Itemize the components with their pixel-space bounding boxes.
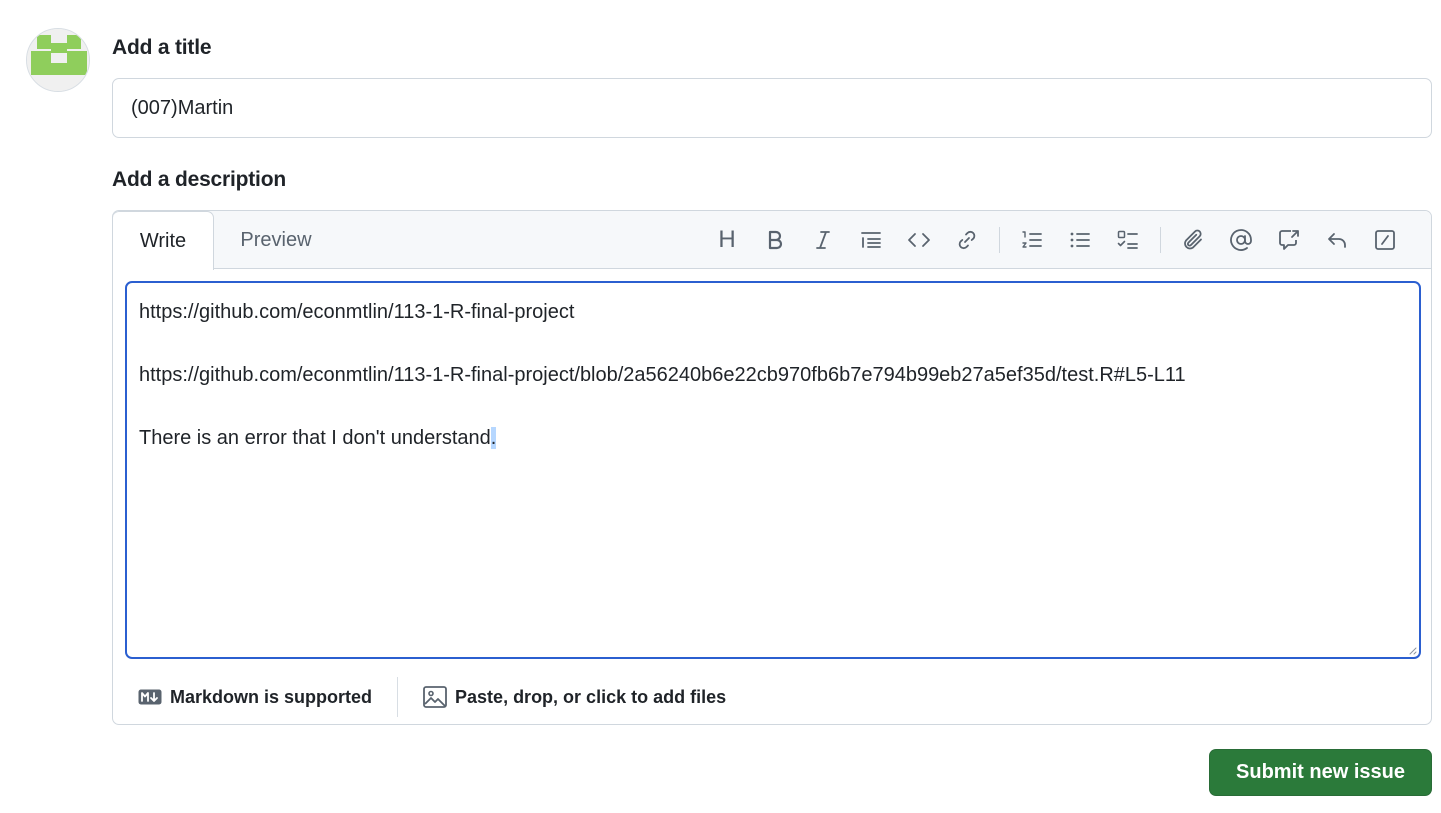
- title-input[interactable]: [112, 78, 1432, 138]
- tab-preview[interactable]: Preview: [225, 211, 327, 269]
- cross-reference-icon: [1279, 230, 1299, 250]
- unordered-list-icon: [1070, 232, 1090, 248]
- cross-reference-button[interactable]: [1265, 220, 1313, 260]
- unordered-list-button[interactable]: [1056, 220, 1104, 260]
- mention-button[interactable]: [1217, 220, 1265, 260]
- italic-button[interactable]: [799, 220, 847, 260]
- numbered-list-button[interactable]: [1008, 220, 1056, 260]
- attach-icon: [1184, 229, 1202, 250]
- markdown-help-link[interactable]: Markdown is supported: [113, 677, 397, 717]
- text-segment: There is an error that I don't understan…: [139, 427, 491, 449]
- description-textarea[interactable]: https://github.com/econmtlin/113-1-R-fin…: [125, 281, 1421, 659]
- attach-button[interactable]: [1169, 220, 1217, 260]
- submit-new-issue-button[interactable]: Submit new issue: [1209, 749, 1432, 796]
- bold-icon: [768, 230, 783, 250]
- avatar[interactable]: [26, 28, 90, 92]
- editor-header: Write Preview H: [113, 211, 1431, 270]
- markdown-toolbar: H: [703, 211, 1409, 269]
- slash-commands-icon: [1375, 230, 1395, 250]
- quote-button[interactable]: [847, 220, 895, 260]
- toolbar-divider: [999, 227, 1000, 253]
- reply-icon: [1328, 233, 1346, 248]
- description-label: Add a description: [112, 168, 286, 191]
- editor-footer: Markdown is supported Paste, drop, or cl…: [113, 669, 1431, 724]
- heading-button[interactable]: H: [703, 220, 751, 260]
- mention-icon: [1230, 229, 1252, 251]
- add-files-button[interactable]: Paste, drop, or click to add files: [398, 677, 726, 717]
- quote-icon: [861, 232, 881, 248]
- reply-button[interactable]: [1313, 220, 1361, 260]
- link-button[interactable]: [943, 220, 991, 260]
- slash-commands-button[interactable]: [1361, 220, 1409, 260]
- code-icon: [908, 233, 930, 247]
- numbered-list-icon: [1022, 231, 1042, 248]
- task-list-button[interactable]: [1104, 220, 1152, 260]
- text-selection: .: [490, 427, 497, 449]
- italic-icon: [816, 231, 830, 249]
- title-label: Add a title: [112, 36, 212, 59]
- bold-button[interactable]: [751, 220, 799, 260]
- text-line: https://github.com/econmtlin/113-1-R-fin…: [139, 301, 575, 323]
- link-icon: [958, 230, 976, 250]
- image-icon: [423, 686, 447, 708]
- text-line: https://github.com/econmtlin/113-1-R-fin…: [139, 364, 1186, 386]
- markdown-icon: [138, 689, 162, 705]
- markdown-label: Markdown is supported: [170, 686, 373, 707]
- tab-write[interactable]: Write: [113, 211, 214, 270]
- heading-icon: H: [718, 226, 736, 253]
- description-editor: Write Preview H https://github.com/econm…: [112, 210, 1432, 725]
- add-files-label: Paste, drop, or click to add files: [455, 686, 727, 707]
- identicon-icon: [27, 29, 89, 91]
- resize-handle-icon[interactable]: [1407, 645, 1417, 655]
- task-list-icon: [1117, 230, 1138, 249]
- toolbar-divider: [1160, 227, 1161, 253]
- new-issue-form: Add a title Add a description Write Prev…: [0, 0, 1441, 813]
- code-button[interactable]: [895, 220, 943, 260]
- text-line: There is an error that I don't understan…: [139, 423, 1407, 486]
